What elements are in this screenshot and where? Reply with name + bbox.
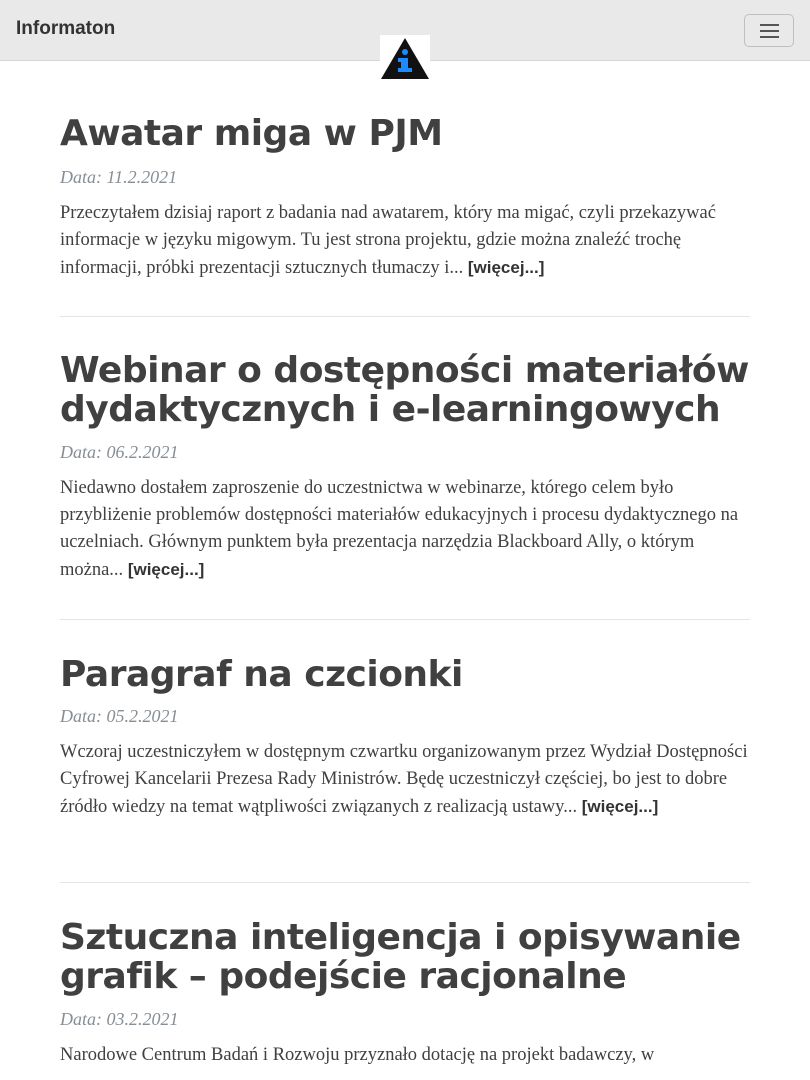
- menu-toggle-button[interactable]: [744, 14, 794, 47]
- read-more-link[interactable]: [więcej...]: [468, 258, 545, 277]
- post-preview: Sztuczna inteligencja i opisywanie grafi…: [60, 918, 750, 1069]
- post-title[interactable]: Webinar o dostępności materiałów dydakty…: [60, 351, 750, 429]
- post-title[interactable]: Sztuczna inteligencja i opisywanie grafi…: [60, 918, 750, 996]
- read-more-link[interactable]: [więcej...]: [128, 560, 205, 579]
- post-date: Data: 11.2.2021: [60, 167, 178, 187]
- post-divider: [60, 316, 750, 317]
- hamburger-menu-icon-bar: [760, 30, 779, 32]
- post-title[interactable]: Awatar miga w PJM: [60, 114, 750, 153]
- post-excerpt: Przeczytałem dzisiaj raport z badania na…: [60, 200, 750, 282]
- post-date: Data: 06.2.2021: [60, 442, 179, 462]
- post-preview: Paragraf na czcionki Data: 05.2.2021 Wcz…: [60, 655, 750, 821]
- info-triangle-logo-icon: [381, 38, 429, 79]
- post-excerpt: Wczoraj uczestniczyłem w dostępnym czwar…: [60, 739, 750, 821]
- post-divider: [60, 619, 750, 620]
- brand-link[interactable]: Informaton: [16, 18, 115, 40]
- post-date: Data: 03.2.2021: [60, 1009, 179, 1029]
- post-preview: Awatar miga w PJM Data: 11.2.2021 Przecz…: [60, 114, 750, 282]
- hamburger-menu-icon: [760, 24, 779, 26]
- post-excerpt-text: Przeczytałem dzisiaj raport z badania na…: [60, 203, 716, 278]
- hamburger-menu-icon-bar: [760, 36, 779, 38]
- post-title[interactable]: Paragraf na czcionki: [60, 655, 750, 694]
- post-excerpt-text: Narodowe Centrum Badań i Rozwoju przyzna…: [60, 1045, 655, 1065]
- read-more-link[interactable]: [więcej...]: [582, 797, 659, 816]
- site-logo[interactable]: [380, 35, 430, 81]
- post-excerpt: Niedawno dostałem zaproszenie do uczestn…: [60, 475, 750, 584]
- post-preview: Webinar o dostępności materiałów dydakty…: [60, 351, 750, 584]
- post-excerpt: Narodowe Centrum Badań i Rozwoju przyzna…: [60, 1042, 750, 1069]
- post-date: Data: 05.2.2021: [60, 706, 179, 726]
- post-divider: [60, 882, 750, 883]
